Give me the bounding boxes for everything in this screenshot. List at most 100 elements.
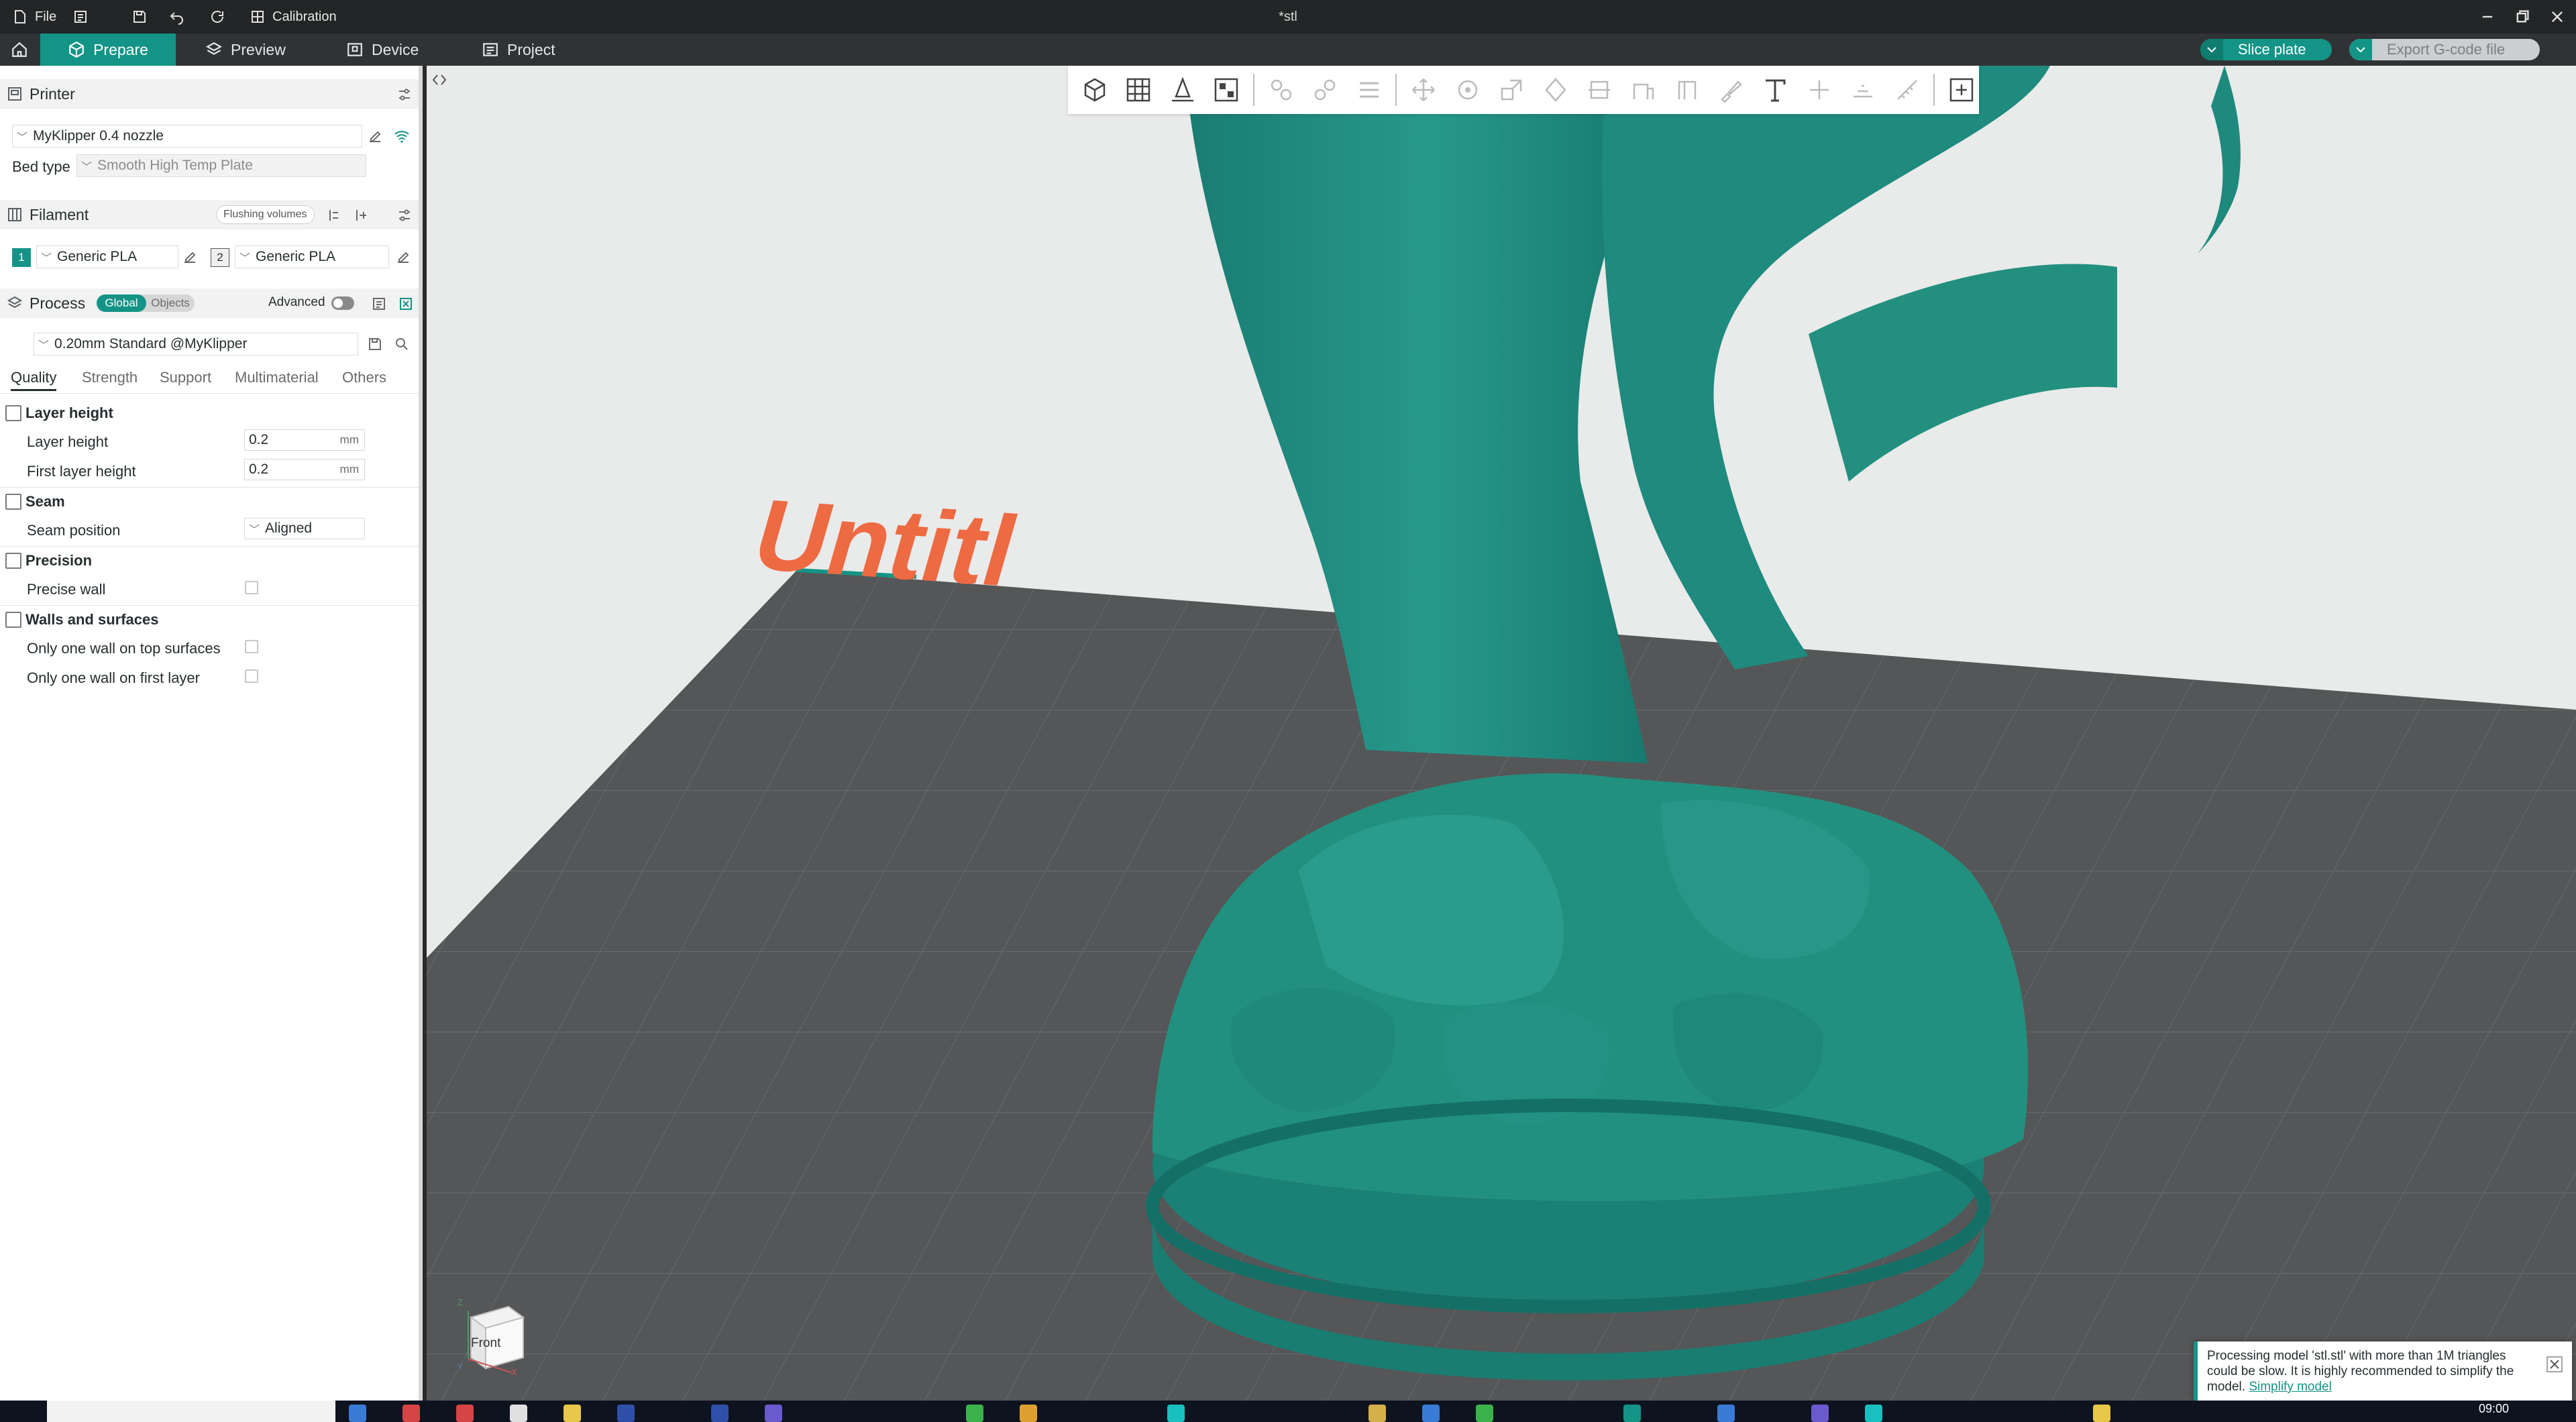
tab-device[interactable]: Device bbox=[331, 34, 433, 66]
slice-dropdown[interactable] bbox=[2200, 39, 2223, 60]
layer-height-label: Layer height bbox=[27, 433, 109, 450]
taskbar-app-icon[interactable] bbox=[402, 1405, 420, 1422]
scale-button[interactable] bbox=[1494, 72, 1529, 107]
first-layer-height-input[interactable]: 0.2 mm bbox=[244, 459, 365, 480]
add-filament-button[interactable] bbox=[326, 207, 343, 224]
seam-painting-button[interactable] bbox=[1670, 72, 1705, 107]
layers-editing-button[interactable] bbox=[1352, 72, 1387, 107]
edit-filament-2-button[interactable] bbox=[394, 248, 412, 266]
one-wall-first-layer-checkbox[interactable] bbox=[245, 669, 258, 683]
cut-button[interactable] bbox=[1582, 72, 1617, 107]
taskbar-app-icon[interactable] bbox=[765, 1405, 782, 1422]
process-preset-select[interactable]: ﹀ 0.20mm Standard @MyKlipper bbox=[34, 333, 358, 356]
tab-preview[interactable]: Preview bbox=[191, 34, 301, 66]
tab-quality[interactable]: Quality bbox=[11, 369, 57, 391]
measure-button[interactable] bbox=[1890, 72, 1925, 107]
taskbar-app-icon[interactable] bbox=[1476, 1405, 1493, 1422]
filament-1-select[interactable]: ﹀ Generic PLA bbox=[36, 245, 178, 268]
process-compare-button[interactable] bbox=[370, 295, 388, 313]
minimize-button[interactable] bbox=[2470, 0, 2505, 34]
wifi-button[interactable] bbox=[393, 127, 411, 145]
remove-filament-button[interactable] bbox=[353, 207, 370, 224]
text-tool-button[interactable] bbox=[1758, 72, 1792, 107]
filament-settings-button[interactable] bbox=[396, 207, 413, 224]
taskbar-app-icon[interactable] bbox=[510, 1405, 527, 1422]
taskbar-app-icon[interactable] bbox=[456, 1405, 474, 1422]
search-settings-button[interactable] bbox=[393, 335, 411, 353]
objects-option[interactable]: Objects bbox=[146, 294, 195, 312]
lay-on-face-button[interactable] bbox=[1538, 72, 1573, 107]
rotate-button[interactable] bbox=[1450, 72, 1485, 107]
cube-icon bbox=[69, 41, 84, 58]
split-parts-button[interactable] bbox=[1307, 72, 1342, 107]
taskbar-app-icon[interactable] bbox=[1811, 1405, 1829, 1422]
advanced-toggle[interactable] bbox=[331, 296, 354, 310]
view-cube[interactable]: Front Z Y X bbox=[453, 1297, 534, 1378]
color-painting-button[interactable] bbox=[1714, 72, 1749, 107]
simplify-model-link[interactable]: Simplify model bbox=[2249, 1380, 2332, 1394]
mesh-boolean-button[interactable] bbox=[1802, 72, 1837, 107]
tab-support[interactable]: Support bbox=[160, 369, 211, 386]
support-painting-button[interactable] bbox=[1626, 72, 1661, 107]
3d-viewport[interactable]: Untitl Front Z Y X bbox=[427, 66, 2576, 1401]
edit-printer-button[interactable] bbox=[366, 127, 384, 145]
taskbar-app-icon[interactable] bbox=[1422, 1405, 1440, 1422]
process-settings-button[interactable] bbox=[397, 295, 415, 313]
add-object-button[interactable] bbox=[1077, 72, 1112, 107]
tab-prepare[interactable]: Prepare bbox=[40, 34, 176, 66]
save-preset-button[interactable] bbox=[366, 335, 384, 353]
move-button[interactable] bbox=[1406, 72, 1441, 107]
split-objects-button[interactable] bbox=[1264, 72, 1299, 107]
assembly-view-button[interactable] bbox=[1944, 72, 1979, 107]
taskbar-app-icon[interactable] bbox=[1368, 1405, 1386, 1422]
taskbar-search[interactable] bbox=[47, 1401, 335, 1422]
precise-wall-label: Precise wall bbox=[27, 581, 106, 598]
chevron-down-icon: ﹀ bbox=[38, 340, 50, 351]
printer-settings-button[interactable] bbox=[396, 86, 413, 103]
precise-wall-checkbox[interactable] bbox=[245, 581, 258, 594]
taskbar-app-icon[interactable] bbox=[1623, 1405, 1641, 1422]
edit-filament-1-button[interactable] bbox=[181, 248, 199, 266]
taskbar-app-icon[interactable] bbox=[1167, 1405, 1185, 1422]
global-objects-switch[interactable]: Global Objects bbox=[97, 294, 195, 312]
close-icon[interactable] bbox=[2546, 1356, 2563, 1372]
auto-orient-button[interactable] bbox=[1165, 72, 1200, 107]
close-window-button[interactable] bbox=[2540, 0, 2575, 34]
toolbar-separator bbox=[1933, 74, 1935, 106]
export-dropdown[interactable] bbox=[2349, 39, 2372, 60]
layer-height-input[interactable]: 0.2 mm bbox=[244, 429, 365, 451]
printer-select[interactable]: ﹀ MyKlipper 0.4 nozzle bbox=[12, 125, 362, 148]
global-option[interactable]: Global bbox=[97, 294, 146, 312]
taskbar-app-icon[interactable] bbox=[966, 1405, 983, 1422]
taskbar-app-icon[interactable] bbox=[2093, 1405, 2110, 1422]
filament-slot-1-badge[interactable]: 1 bbox=[12, 248, 31, 267]
bed-type-select[interactable]: ﹀ Smooth High Temp Plate bbox=[76, 154, 366, 177]
add-plate-button[interactable] bbox=[1122, 72, 1157, 107]
flushing-volumes-button[interactable]: Flushing volumes bbox=[216, 205, 315, 224]
collapse-sidebar-button[interactable] bbox=[429, 70, 449, 90]
taskbar-app-icon[interactable] bbox=[1717, 1405, 1735, 1422]
seam-position-select[interactable]: ﹀ Aligned bbox=[244, 518, 365, 539]
scene-canvas[interactable]: Untitl bbox=[427, 66, 2576, 1401]
tab-others[interactable]: Others bbox=[342, 369, 386, 386]
filament-slot-2-badge[interactable]: 2 bbox=[211, 248, 229, 267]
slice-plate-button[interactable]: Slice plate bbox=[2200, 39, 2332, 60]
taskbar-app-icon[interactable] bbox=[711, 1405, 729, 1422]
arrange-button[interactable] bbox=[1210, 72, 1244, 107]
taskbar-app-icon[interactable] bbox=[564, 1405, 581, 1422]
layer-height-unit: mm bbox=[339, 433, 359, 446]
restore-button[interactable] bbox=[2505, 0, 2540, 34]
taskbar-app-icon[interactable] bbox=[617, 1405, 635, 1422]
one-wall-top-checkbox[interactable] bbox=[245, 640, 258, 653]
tab-project[interactable]: Project bbox=[467, 34, 570, 66]
group-precision-title: Precision bbox=[25, 552, 93, 569]
filament-2-select[interactable]: ﹀ Generic PLA bbox=[235, 245, 389, 268]
taskbar-app-icon[interactable] bbox=[1020, 1405, 1037, 1422]
assembly-button[interactable] bbox=[1845, 72, 1880, 107]
taskbar-app-icon[interactable] bbox=[349, 1405, 366, 1422]
taskbar-app-icon[interactable] bbox=[1865, 1405, 1882, 1422]
export-gcode-button[interactable]: Export G-code file bbox=[2349, 39, 2540, 60]
home-button[interactable] bbox=[0, 34, 39, 66]
tab-strength[interactable]: Strength bbox=[82, 369, 138, 386]
tab-multimaterial[interactable]: Multimaterial bbox=[235, 369, 319, 386]
